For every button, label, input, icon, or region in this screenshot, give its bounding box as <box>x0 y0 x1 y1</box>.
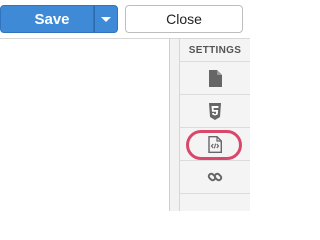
sidebar-item-links[interactable] <box>180 161 250 194</box>
sidebar-item-page-settings[interactable] <box>180 62 250 95</box>
app-window: Save Close SETTINGS <box>0 0 250 211</box>
save-options-dropdown[interactable] <box>94 5 118 33</box>
sidebar-title: SETTINGS <box>180 39 250 62</box>
top-toolbar: Save Close <box>0 0 250 39</box>
highlight-circle <box>186 130 242 160</box>
chevron-down-icon <box>101 16 111 22</box>
sidebar-item-css[interactable] <box>180 95 250 128</box>
save-button[interactable]: Save <box>0 5 94 33</box>
file-icon <box>209 69 222 87</box>
editor-canvas[interactable] <box>0 39 170 211</box>
settings-sidebar: SETTINGS <box>179 39 250 211</box>
close-button[interactable]: Close <box>125 5 243 33</box>
sidebar-item-code[interactable] <box>180 128 250 161</box>
css3-icon <box>209 102 221 120</box>
editor-panel <box>0 39 179 211</box>
link-icon <box>207 172 223 182</box>
save-split-button: Save <box>0 5 118 33</box>
